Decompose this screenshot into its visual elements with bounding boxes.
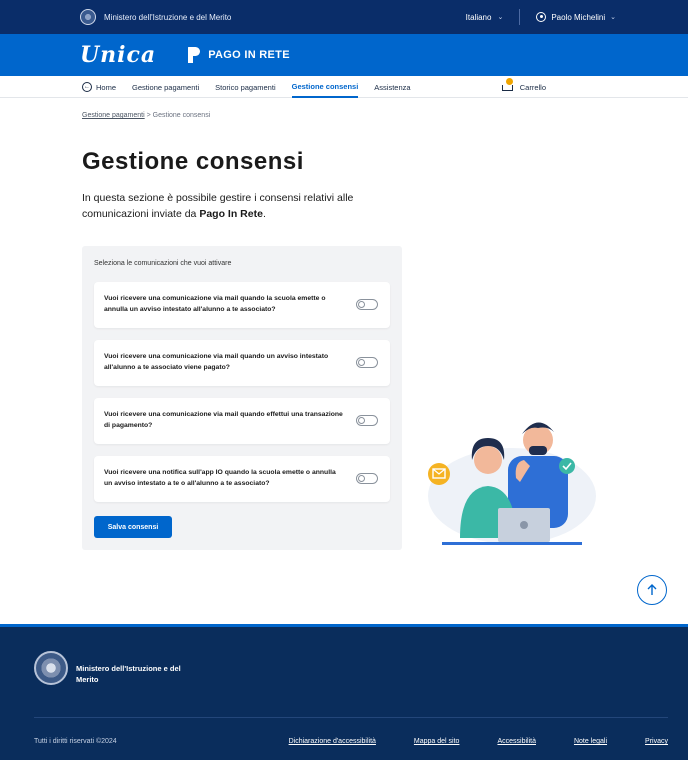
user-name: Paolo Michelini <box>551 12 606 22</box>
intro-service-name: Pago In Rete <box>199 208 263 220</box>
footer-link-legal-notes[interactable]: Note legali <box>574 738 607 745</box>
cart-label: Carrello <box>519 82 546 92</box>
chevron-down-icon: ⌄ <box>497 14 504 21</box>
consent-item: Vuoi ricevere una notifica sull'app IO q… <box>94 456 390 502</box>
back-arrow-icon: ← <box>82 82 92 92</box>
back-to-top-button[interactable] <box>637 575 667 605</box>
footer-link-accessibility[interactable]: Accessibilità <box>497 738 536 745</box>
consent-item: Vuoi ricevere una comunicazione via mail… <box>94 282 390 328</box>
consent-toggle-payment-transaction[interactable] <box>356 415 378 426</box>
consent-question: Vuoi ricevere una comunicazione via mail… <box>104 411 343 429</box>
consent-toggle-notice-paid[interactable] <box>356 357 378 368</box>
pago-logo-icon <box>184 47 202 63</box>
desk-line <box>442 542 582 545</box>
intro-end: . <box>262 208 266 220</box>
brand-header: Unica PAGO IN RETE <box>0 34 688 76</box>
footer: Ministero dell'Istruzione e del Merito T… <box>0 624 688 760</box>
consent-toggle-school-notice[interactable] <box>356 299 378 310</box>
breadcrumb: Gestione pagamenti > Gestione consensi <box>82 112 210 119</box>
language-label: Italiano <box>465 12 492 22</box>
unica-logo[interactable]: Unica <box>80 42 156 68</box>
ministry-emblem-icon <box>80 9 96 25</box>
cart-icon <box>501 78 515 93</box>
laptop-logo <box>520 521 528 529</box>
chevron-down-icon: ⌄ <box>610 14 616 21</box>
main-navigation: ← Home Gestione pagamenti Storico pagamen… <box>0 76 688 98</box>
toggle-knob <box>358 417 365 424</box>
man-beard <box>529 446 547 455</box>
nav-item-storico-pagamenti[interactable]: Storico pagamenti <box>215 76 275 98</box>
save-consents-button[interactable]: Salva consensi <box>94 516 172 538</box>
consent-item: Vuoi ricevere una comunicazione via mail… <box>94 340 390 386</box>
ministry-link[interactable]: Ministero dell'Istruzione e del Merito <box>104 13 231 22</box>
consent-question: Vuoi ricevere una comunicazione via mail… <box>104 295 326 313</box>
footer-divider <box>34 717 668 718</box>
page-title: Gestione consensi <box>82 148 304 175</box>
nav-item-home[interactable]: ← Home <box>82 76 116 98</box>
footer-link-sitemap[interactable]: Mappa del sito <box>414 738 460 745</box>
user-icon <box>536 12 547 22</box>
arrow-up-icon <box>647 584 657 595</box>
pago-in-rete-label: PAGO IN RETE <box>208 49 290 61</box>
consents-heading: Seleziona le comunicazioni che vuoi atti… <box>94 260 232 267</box>
consent-question: Vuoi ricevere una comunicazione via mail… <box>104 353 329 371</box>
language-selector[interactable]: Italiano ⌄ <box>466 9 521 25</box>
ministry-top-bar: Ministero dell'Istruzione e del Merito I… <box>0 0 688 34</box>
footer-link-privacy[interactable]: Privacy <box>645 738 668 745</box>
footer-links: Dichiarazione d'accessibilità Mappa del … <box>289 738 668 745</box>
woman-head <box>474 446 502 474</box>
toggle-knob <box>358 301 365 308</box>
breadcrumb-separator: > <box>146 112 151 119</box>
check-badge <box>559 458 575 474</box>
consent-question: Vuoi ricevere una notifica sull'app IO q… <box>104 469 336 487</box>
consents-panel: Seleziona le comunicazioni che vuoi atti… <box>82 246 402 550</box>
toggle-knob <box>358 359 365 366</box>
breadcrumb-current: Gestione consensi <box>152 112 211 119</box>
pago-in-rete-logo[interactable]: PAGO IN RETE <box>184 47 290 63</box>
footer-link-accessibility-statement[interactable]: Dichiarazione d'accessibilità <box>289 738 376 745</box>
nav-item-label: Home <box>96 82 117 92</box>
nav-item-gestione-consensi[interactable]: Gestione consensi <box>291 76 359 98</box>
cart-link[interactable]: Carrello <box>501 78 546 93</box>
consent-item: Vuoi ricevere una comunicazione via mail… <box>94 398 390 444</box>
cart-badge <box>505 78 513 85</box>
footer-copyright: Tutti i diritti riservati ©2024 <box>34 738 117 745</box>
toggle-knob <box>358 475 365 482</box>
nav-item-gestione-pagamenti[interactable]: Gestione pagamenti <box>132 76 199 98</box>
page-intro: In questa sezione è possibile gestire i … <box>82 190 382 222</box>
republic-emblem-icon <box>34 651 68 685</box>
user-menu[interactable]: Paolo Michelini ⌄ <box>520 12 616 22</box>
footer-ministry-name[interactable]: Ministero dell'Istruzione e del Merito <box>76 663 196 685</box>
consent-toggle-app-io[interactable] <box>356 473 378 484</box>
breadcrumb-parent-link[interactable]: Gestione pagamenti <box>82 112 145 119</box>
people-at-laptop-illustration <box>428 422 596 545</box>
nav-item-assistenza[interactable]: Assistenza <box>374 76 410 98</box>
